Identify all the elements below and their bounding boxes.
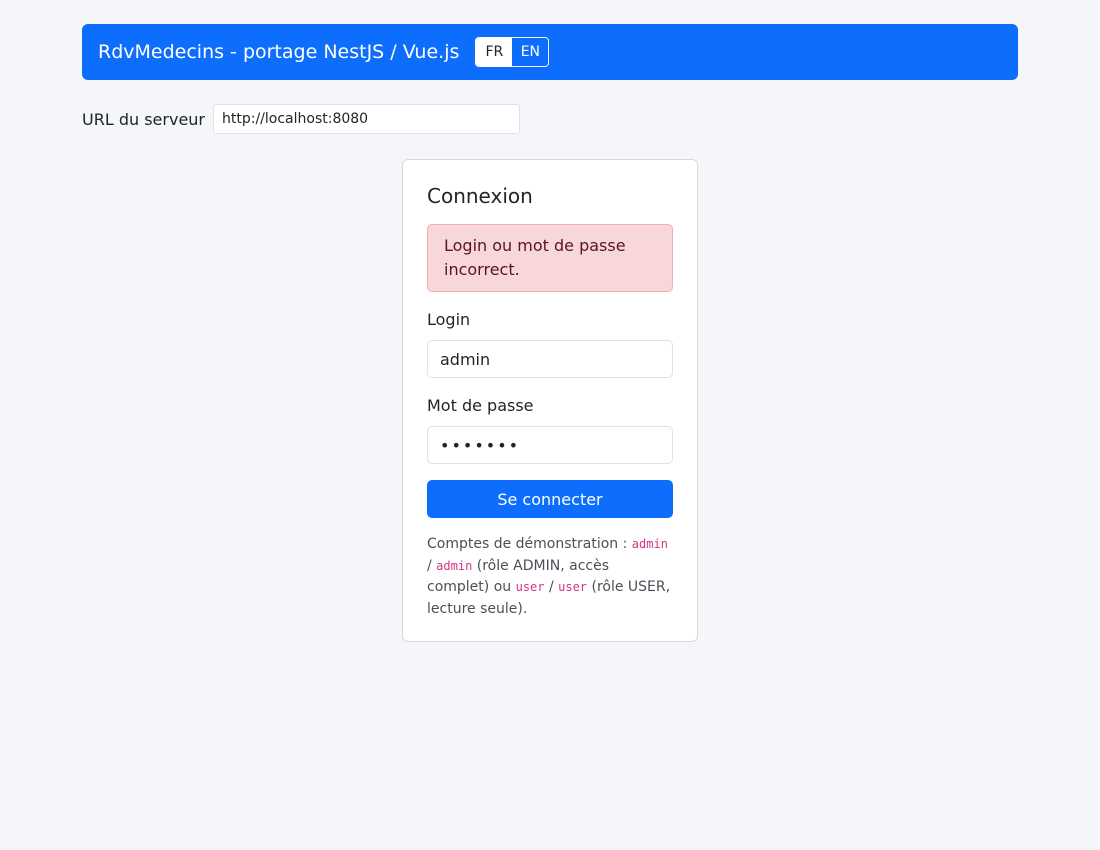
demo-user-login: user — [515, 580, 545, 594]
login-input[interactable] — [427, 340, 673, 378]
server-url-input[interactable] — [213, 104, 520, 134]
login-submit-button[interactable]: Se connecter — [427, 480, 673, 518]
login-label: Login — [427, 310, 471, 329]
language-switcher: FR EN — [475, 37, 550, 67]
hint-prefix: Comptes de démonstration : — [427, 536, 632, 552]
hint-separator: / — [544, 579, 559, 595]
hint-separator: / — [427, 557, 437, 574]
lang-fr-button[interactable]: FR — [476, 38, 513, 66]
demo-admin-password: admin — [436, 558, 473, 573]
server-url-row: URL du serveur — [82, 104, 520, 134]
demo-user-password: user — [558, 580, 588, 594]
demo-admin-login: admin — [631, 537, 668, 551]
top-navbar: RdvMedecins - portage NestJS / Vue.js FR… — [82, 24, 1018, 80]
password-label: Mot de passe — [427, 396, 534, 415]
password-input[interactable] — [427, 426, 673, 464]
login-title: Connexion — [427, 184, 533, 208]
server-url-label: URL du serveur — [82, 109, 205, 129]
error-alert: Login ou mot de passe incorrect. — [427, 224, 673, 292]
lang-en-button[interactable]: EN — [512, 38, 549, 66]
demo-accounts-hint: Comptes de démonstration : admin / admin… — [427, 534, 673, 620]
app-title: RdvMedecins - portage NestJS / Vue.js — [98, 41, 460, 63]
login-card: Connexion Login ou mot de passe incorrec… — [402, 159, 698, 642]
